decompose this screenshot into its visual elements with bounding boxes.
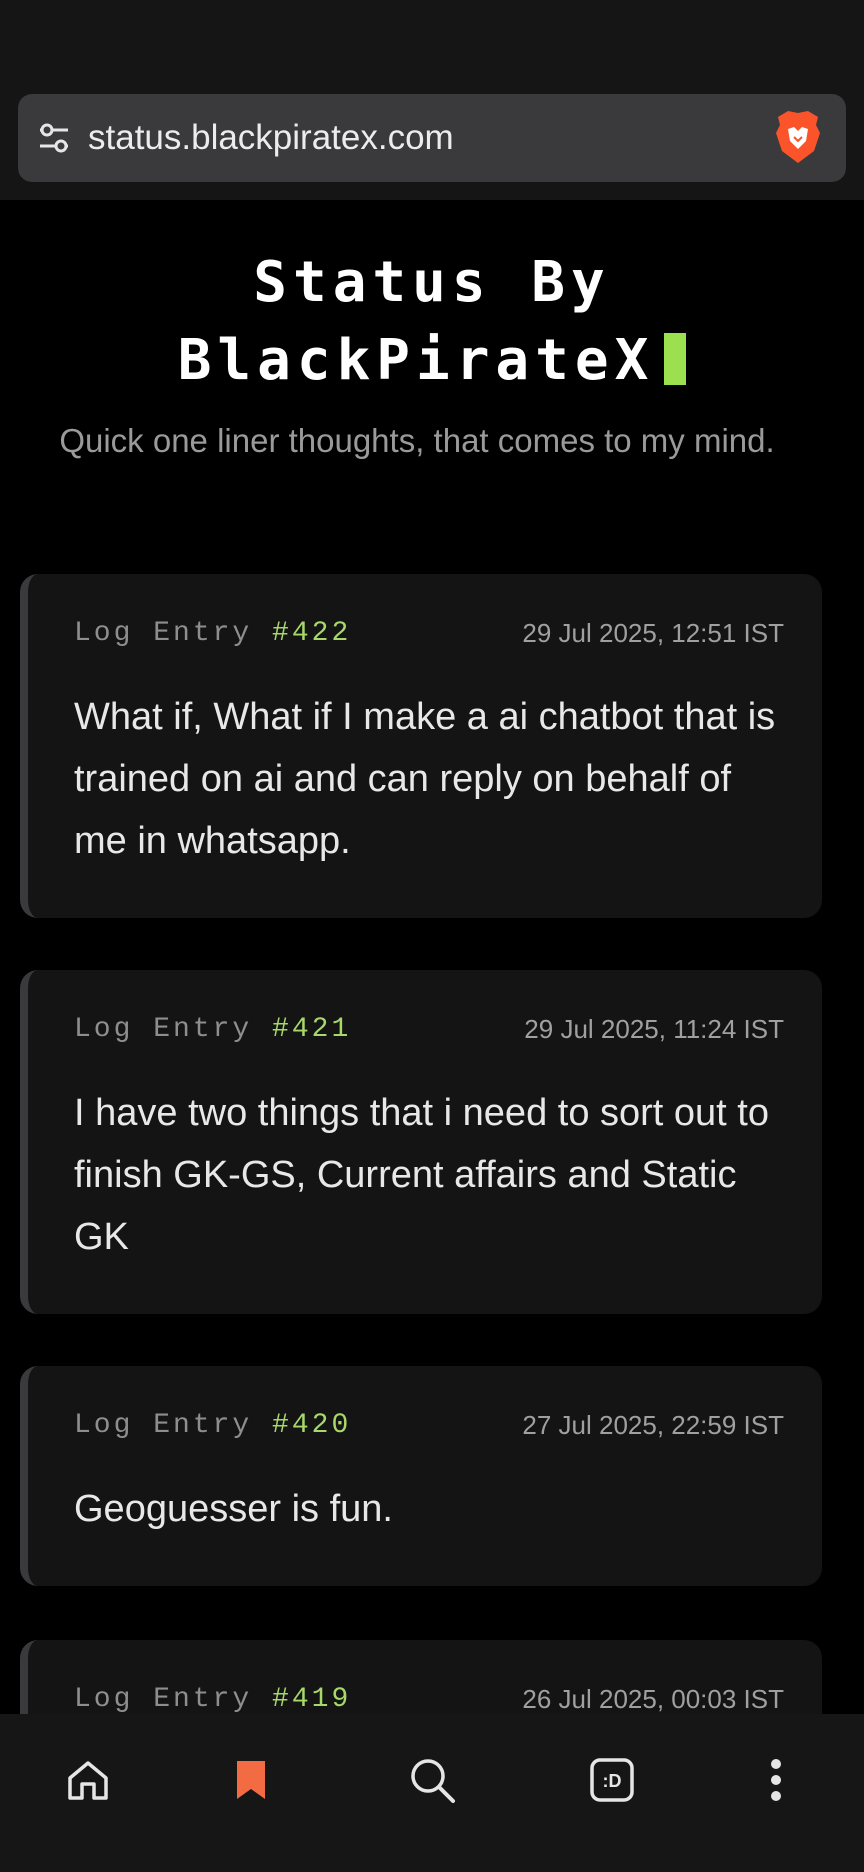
brave-shields-icon[interactable] (770, 107, 826, 167)
log-entry-header: Log Entry #421 29 Jul 2025, 11:24 IST (74, 1014, 784, 1054)
log-entry-date: 29 Jul 2025, 11:24 IST (524, 1014, 784, 1044)
log-entry-label-text: Log Entry (74, 1410, 253, 1441)
title-line-1: Status By (253, 250, 611, 315)
log-entry-header: Log Entry #422 29 Jul 2025, 12:51 IST (74, 618, 784, 658)
log-entry-label-text: Log Entry (74, 618, 253, 649)
log-entry-card[interactable]: Log Entry #422 29 Jul 2025, 12:51 IST Wh… (20, 574, 822, 918)
more-vertical-icon (771, 1759, 781, 1801)
tab-count-label: :D (603, 1771, 622, 1791)
site-settings-icon[interactable] (36, 120, 72, 156)
bookmark-icon (237, 1761, 265, 1799)
address-bar[interactable]: status.blackpiratex.com (18, 94, 846, 182)
log-entry-number[interactable]: #419 (272, 1684, 351, 1714)
home-button[interactable] (48, 1744, 128, 1816)
log-entry-text: I have two things that i need to sort ou… (74, 1092, 769, 1258)
tab-switcher-icon: :D (590, 1758, 634, 1802)
log-entry-text: What if, What if I make a ai chatbot tha… (74, 696, 776, 862)
log-entry-text: Geoguesser is fun. (74, 1488, 393, 1530)
bookmarks-button[interactable] (211, 1744, 291, 1816)
home-icon (68, 1761, 108, 1800)
url-text[interactable]: status.blackpiratex.com (88, 94, 454, 182)
log-entry-header: Log Entry #419 26 Jul 2025, 00:03 IST (74, 1684, 784, 1714)
page-subtitle: Quick one liner thoughts, that comes to … (59, 422, 775, 459)
log-entry-number[interactable]: #422 (272, 618, 351, 649)
status-bar (0, 0, 864, 88)
page-content: Status By BlackPirateX Quick one liner t… (0, 200, 864, 1714)
log-entry-date: 29 Jul 2025, 12:51 IST (522, 618, 784, 648)
tab-switcher-button[interactable]: :D (572, 1744, 652, 1816)
browser-toolbar: status.blackpiratex.com (0, 80, 864, 200)
terminal-cursor-icon (664, 333, 687, 385)
log-entry-header: Log Entry #420 27 Jul 2025, 22:59 IST (74, 1410, 784, 1450)
log-entry-number[interactable]: #420 (272, 1410, 351, 1441)
log-entry-card[interactable]: Log Entry #421 29 Jul 2025, 11:24 IST I … (20, 970, 822, 1314)
more-menu-button[interactable] (736, 1744, 816, 1816)
log-entry-label-text: Log Entry (74, 1684, 253, 1714)
log-entry-card[interactable]: Log Entry #419 26 Jul 2025, 00:03 IST (20, 1640, 822, 1714)
page-title: Status By BlackPirateX (0, 244, 864, 400)
search-button[interactable] (392, 1744, 472, 1816)
log-entry-date: 26 Jul 2025, 00:03 IST (522, 1684, 784, 1714)
title-name: BlackPirateX (177, 328, 655, 393)
search-icon (411, 1759, 455, 1803)
bottom-navigation-bar: :D (0, 1714, 864, 1872)
log-entry-label: Log Entry #422 (74, 618, 351, 649)
log-entry-date: 27 Jul 2025, 22:59 IST (522, 1410, 784, 1440)
log-entry-card[interactable]: Log Entry #420 27 Jul 2025, 22:59 IST Ge… (20, 1366, 822, 1586)
log-entry-label-text: Log Entry (74, 1014, 253, 1045)
log-entry-label: Log Entry #421 (74, 1014, 351, 1045)
log-entry-label: Log Entry #420 (74, 1410, 351, 1441)
log-entry-number[interactable]: #421 (272, 1014, 351, 1045)
title-line-2: BlackPirateX (0, 322, 864, 400)
log-entry-label: Log Entry #419 (74, 1684, 351, 1714)
